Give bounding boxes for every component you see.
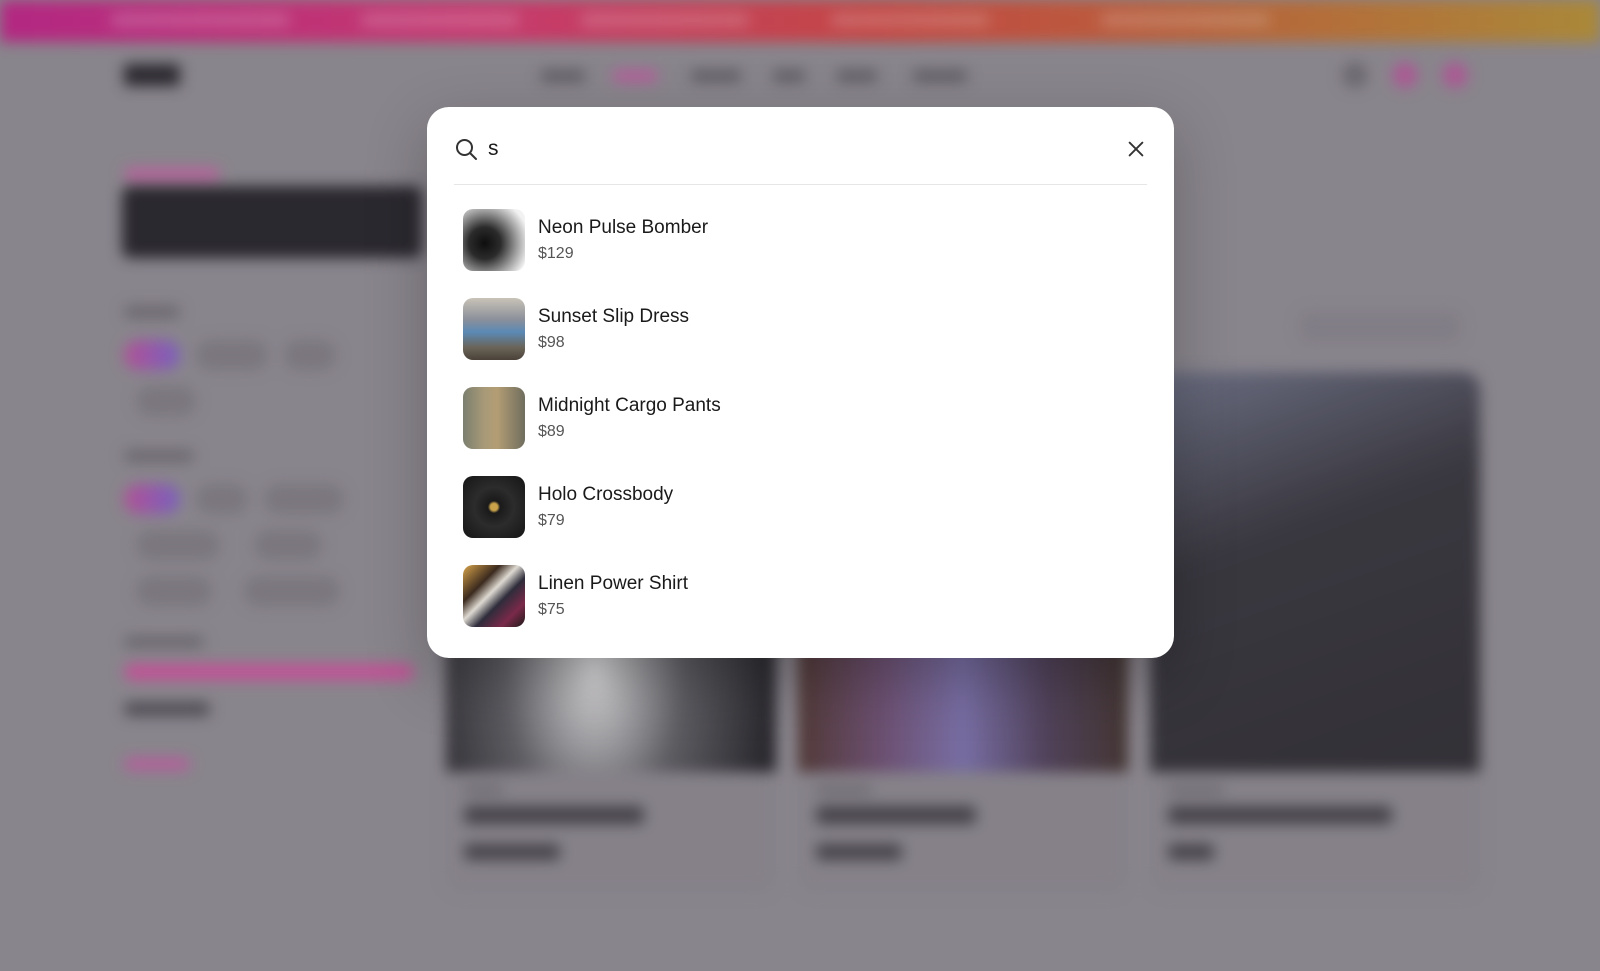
product-thumbnail <box>463 565 525 627</box>
result-name: Holo Crossbody <box>538 484 674 505</box>
product-thumbnail <box>463 209 525 271</box>
product-thumbnail <box>463 387 525 449</box>
search-result-item[interactable]: Sunset Slip Dress $98 <box>463 294 1139 364</box>
search-result-item[interactable]: Midnight Cargo Pants $89 <box>463 383 1139 453</box>
search-bar <box>454 135 1147 185</box>
result-name: Midnight Cargo Pants <box>538 395 721 416</box>
result-name: Neon Pulse Bomber <box>538 217 709 238</box>
search-result-item[interactable]: Linen Power Shirt $75 <box>463 561 1139 631</box>
search-modal: Neon Pulse Bomber $129 Sunset Slip Dress… <box>427 107 1174 658</box>
result-price: $129 <box>538 245 574 262</box>
search-result-item[interactable]: Neon Pulse Bomber $129 <box>463 205 1139 275</box>
result-price: $89 <box>538 423 565 440</box>
product-thumbnail <box>463 298 525 360</box>
result-name: Sunset Slip Dress <box>538 306 690 327</box>
search-input[interactable] <box>488 135 1088 163</box>
product-thumbnail <box>463 476 525 538</box>
result-price: $98 <box>538 334 565 351</box>
result-price: $75 <box>538 601 565 618</box>
result-price: $79 <box>538 512 565 529</box>
close-icon[interactable] <box>1125 138 1147 160</box>
search-result-item[interactable]: Holo Crossbody $79 <box>463 472 1139 542</box>
search-icon <box>456 139 477 160</box>
result-name: Linen Power Shirt <box>538 573 688 594</box>
